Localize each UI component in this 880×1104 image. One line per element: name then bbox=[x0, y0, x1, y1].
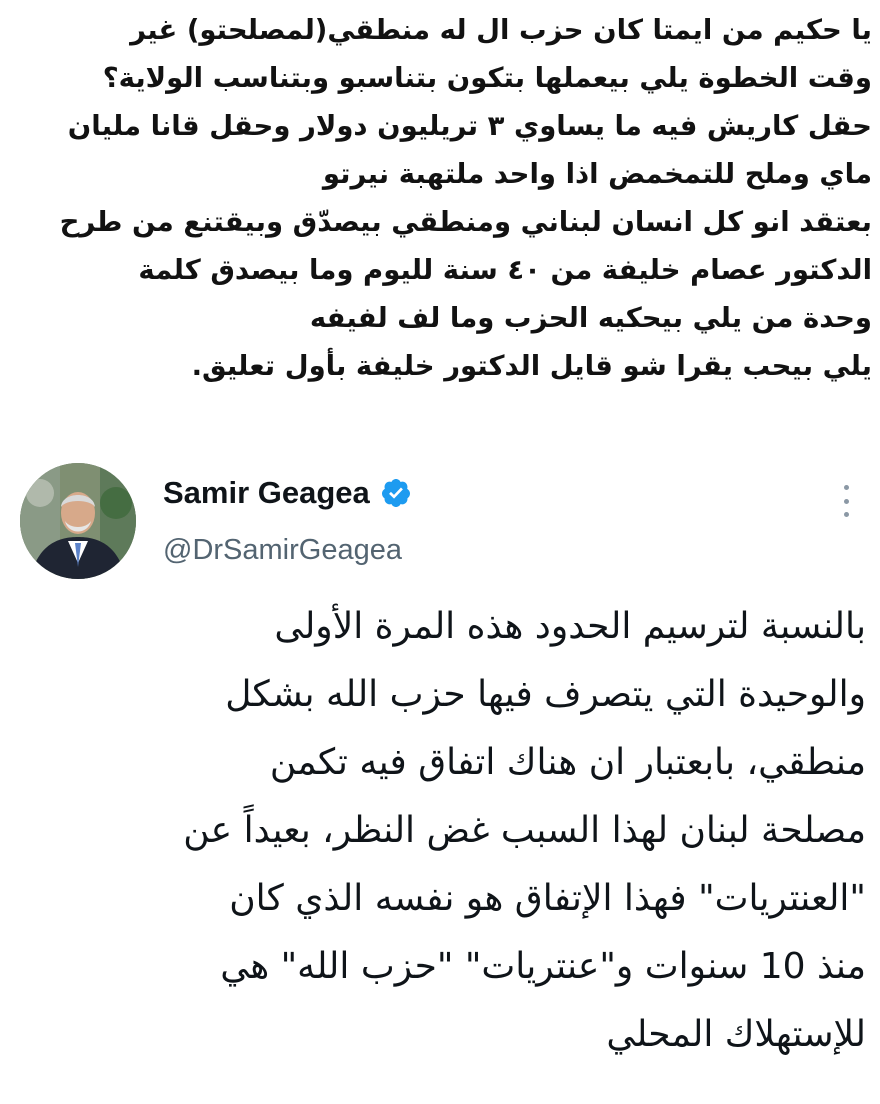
verified-badge-icon bbox=[381, 479, 410, 507]
dot bbox=[843, 512, 849, 517]
tweet-text-line: بالنسبة لترسيم الحدود هذه المرة الأولى bbox=[274, 606, 866, 647]
tweet-text-line: منذ 10 سنوات و"عنتريات" "حزب الله" هي bbox=[220, 946, 866, 987]
caption-line: ماي وملح للتمخمض اذا واحد ملتهبة نيرتو bbox=[322, 158, 872, 190]
caption-line: وقت الخطوة يلي بيعملها بتكون بتناسبو وبت… bbox=[102, 62, 872, 94]
avatar-photo-icon bbox=[20, 463, 136, 579]
tweet-text-line: "العنتريات" فهذا الإتفاق هو نفسه الذي كا… bbox=[229, 878, 866, 919]
caption-line: بعتقد انو كل انسان لبناني ومنطقي بيصدّق … bbox=[59, 206, 872, 238]
tweet-text-line: والوحيدة التي يتصرف فيها حزب الله بشكل bbox=[225, 674, 866, 715]
author-handle[interactable]: @DrSamirGeagea bbox=[163, 533, 402, 567]
author-row: Samir Geagea bbox=[163, 475, 412, 511]
post-caption: يا حكيم من ايمتا كان حزب ال له منطقي(لمص… bbox=[60, 6, 872, 390]
tweet-card: Samir Geagea @DrSamirGeagea بالنسبة لترس… bbox=[0, 445, 880, 1104]
dot bbox=[843, 498, 849, 504]
tweet-text: بالنسبة لترسيم الحدود هذه المرة الأولى و… bbox=[60, 593, 866, 1069]
caption-line: وحدة من يلي بيحكيه الحزب وما لف لفيفه bbox=[309, 302, 872, 334]
caption-line: يا حكيم من ايمتا كان حزب ال له منطقي(لمص… bbox=[130, 14, 872, 46]
tweet-text-line: منطقي، بابعتبار ان هناك اتفاق فيه تكمن bbox=[269, 742, 866, 783]
avatar[interactable] bbox=[20, 463, 136, 579]
display-name[interactable]: Samir Geagea bbox=[163, 475, 370, 511]
caption-line: حقل كاريش فيه ما يساوي ٣ تريليون دولار و… bbox=[67, 110, 872, 142]
tweet-text-line: مصلحة لبنان لهذا السبب غض النظر، بعيداً … bbox=[183, 810, 866, 851]
tweet-text-line: للإستهلاك المحلي bbox=[606, 1014, 866, 1055]
caption-line: يلي بيحب يقرا شو قايل الدكتور خليفة بأول… bbox=[191, 350, 872, 382]
dot bbox=[843, 485, 849, 490]
vertical-ellipsis-icon[interactable] bbox=[834, 483, 858, 519]
caption-line: الدكتور عصام خليفة من ٤٠ سنة لليوم وما ب… bbox=[138, 254, 872, 286]
